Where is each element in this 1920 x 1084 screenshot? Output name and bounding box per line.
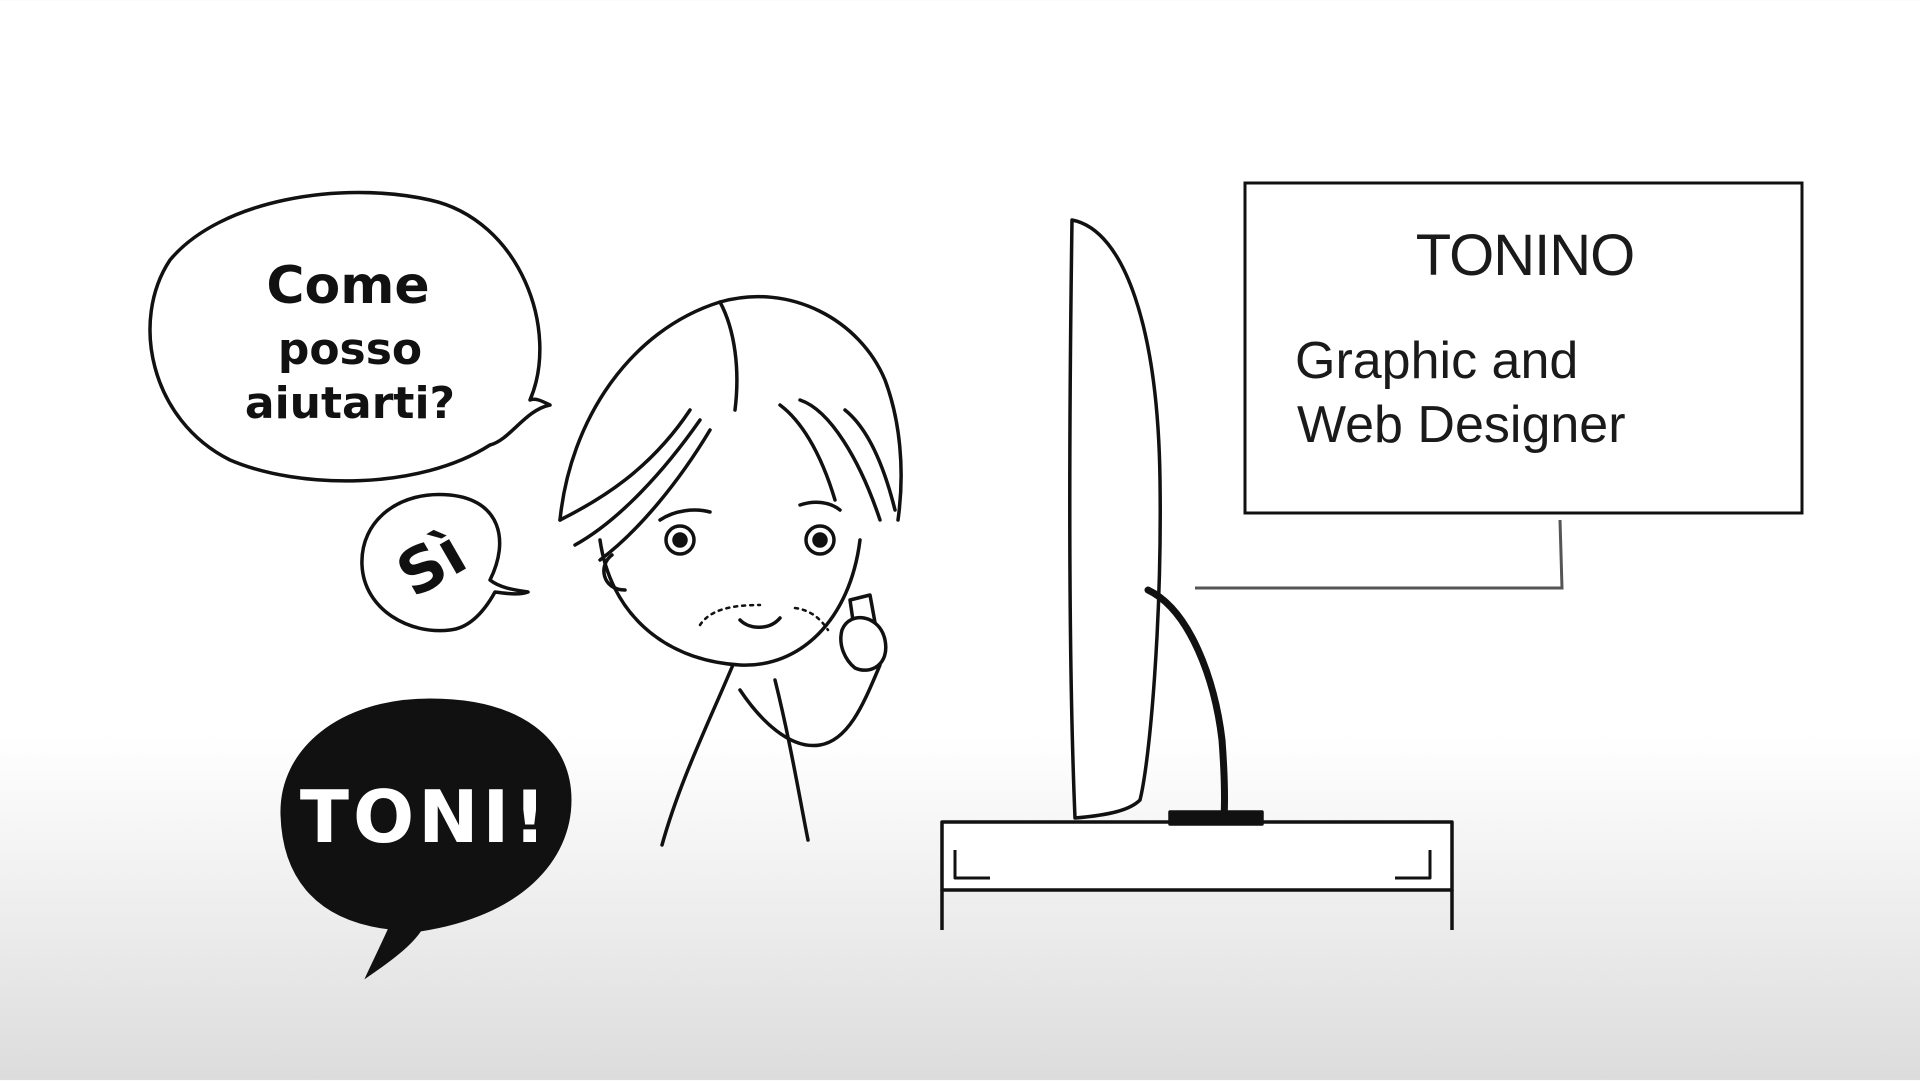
name-sign: TONINO Graphic and Web Designer (1195, 181, 1804, 590)
speech-bubble-question: Come posso aiutarti? (148, 190, 552, 483)
sign-name: TONINO (1416, 223, 1635, 288)
question-line-2: posso (278, 324, 422, 375)
comic-illustration: Come posso aiutarti? Sì TONI! TONINO Gra… (148, 181, 1804, 980)
desk-top (940, 820, 1454, 892)
question-line-3: aiutarti? (245, 378, 455, 429)
face-outline (598, 538, 862, 667)
hand (839, 615, 888, 672)
comic-scene: Come posso aiutarti? Sì TONI! TONINO Gra… (0, 0, 1920, 1080)
exclaim-text: TONI! (300, 775, 550, 859)
body-left-line (660, 658, 737, 847)
speech-bubble-reply: Sì (360, 492, 530, 633)
pupil-left (672, 532, 688, 548)
sign-role-line-1: Graphic and (1295, 332, 1578, 390)
speech-bubble-exclaim: TONI! (280, 698, 572, 980)
pupil-right (812, 532, 828, 548)
monitor-stand (1144, 586, 1229, 822)
monitor (1068, 218, 1264, 826)
monitor-screen (1068, 218, 1162, 820)
character-toni (558, 294, 903, 847)
arm (738, 663, 882, 748)
question-line-1: Come (266, 256, 429, 316)
sign-shadow-line (1195, 519, 1564, 590)
desk (940, 820, 1454, 930)
body-right-line (773, 678, 810, 842)
sign-role-line-2: Web Designer (1297, 396, 1626, 454)
monitor-base (1168, 810, 1264, 826)
